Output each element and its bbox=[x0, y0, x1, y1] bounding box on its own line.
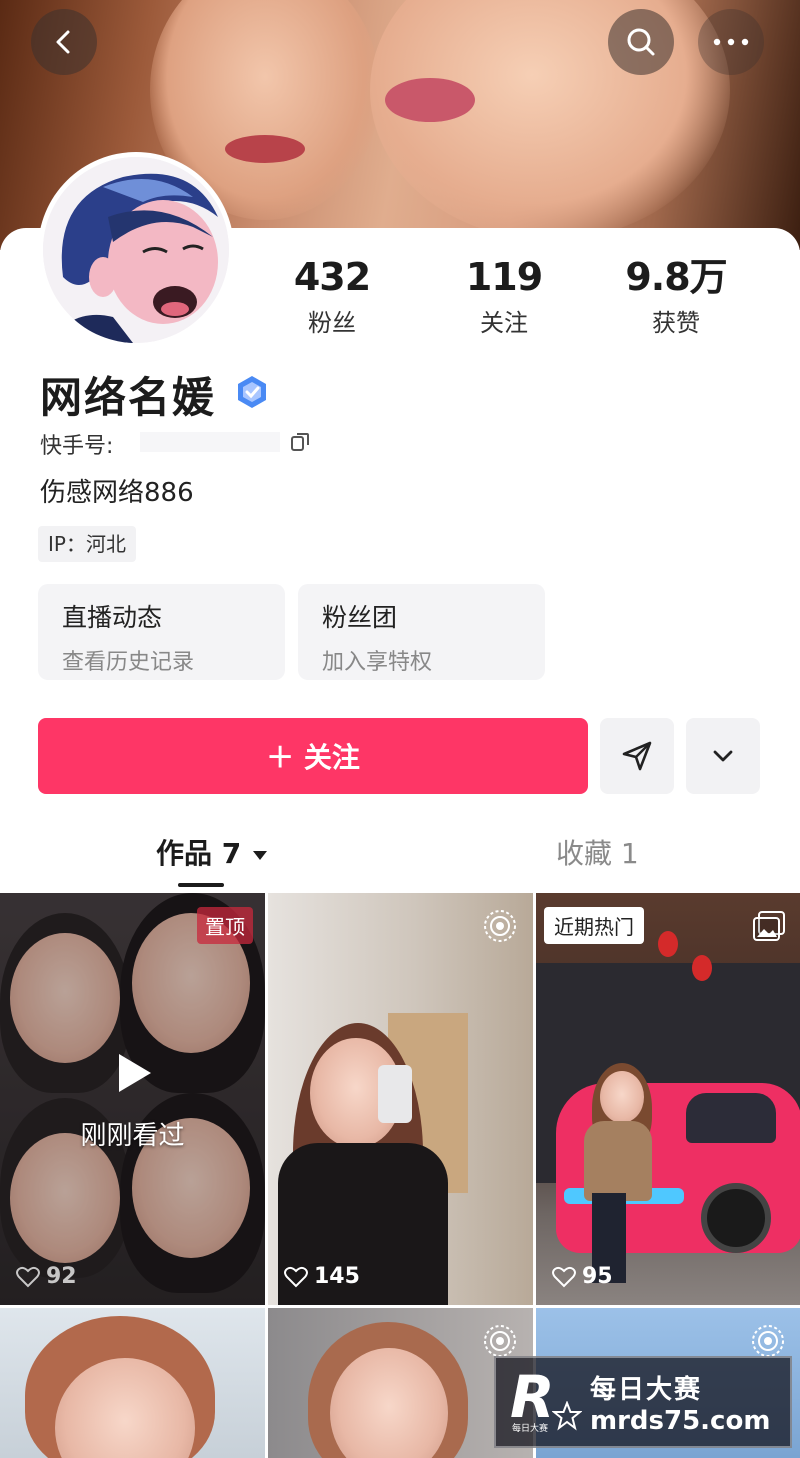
tab-favorites[interactable]: 收藏 1 bbox=[556, 832, 639, 872]
stats-row: 432 粉丝 119 关注 9.8万 获赞 bbox=[246, 255, 800, 340]
active-tab-indicator bbox=[178, 883, 224, 887]
stat-label: 获赞 bbox=[652, 309, 700, 337]
avatar-illustration bbox=[43, 157, 229, 343]
video-tile[interactable]: 145 bbox=[268, 893, 533, 1305]
chevron-left-icon bbox=[56, 30, 70, 54]
more-button[interactable] bbox=[698, 9, 764, 75]
gallery-icon bbox=[753, 911, 785, 941]
stat-label: 关注 bbox=[480, 309, 528, 337]
heart-icon bbox=[16, 1266, 40, 1287]
pinned-badge: 置顶 bbox=[197, 907, 253, 944]
like-count: 92 bbox=[16, 1264, 77, 1289]
stat-value: 119 bbox=[465, 255, 543, 299]
heart-icon bbox=[284, 1266, 308, 1287]
stat-label: 粉丝 bbox=[308, 309, 356, 337]
trending-badge: 近期热门 bbox=[544, 907, 644, 944]
play-icon bbox=[119, 1054, 151, 1092]
fan-club-card[interactable]: 粉丝团 加入享特权 bbox=[298, 584, 545, 680]
kuaishou-id-label: 快手号: bbox=[40, 434, 114, 459]
verified-badge-icon bbox=[238, 376, 266, 408]
like-count-value: 95 bbox=[582, 1264, 613, 1289]
heart-icon bbox=[552, 1266, 576, 1287]
recently-viewed-label: 刚刚看过 bbox=[80, 1121, 185, 1151]
send-icon bbox=[622, 741, 652, 771]
video-tile[interactable]: 置顶 刚刚看过 92 bbox=[0, 893, 265, 1305]
video-tile[interactable] bbox=[0, 1308, 265, 1458]
like-count: 145 bbox=[284, 1264, 360, 1289]
tab-label: 收藏 1 bbox=[556, 837, 639, 870]
stat-following[interactable]: 119 关注 bbox=[418, 255, 590, 340]
card-subtitle: 查看历史记录 bbox=[62, 650, 195, 675]
back-button[interactable] bbox=[31, 9, 97, 75]
card-subtitle: 加入享特权 bbox=[322, 650, 433, 675]
like-count-value: 145 bbox=[314, 1264, 360, 1289]
live-photo-icon bbox=[484, 910, 516, 942]
star-icon bbox=[552, 1401, 582, 1431]
like-count: 95 bbox=[552, 1264, 613, 1289]
more-horizontal-icon bbox=[713, 38, 749, 46]
search-button[interactable] bbox=[608, 9, 674, 75]
stat-fans[interactable]: 432 粉丝 bbox=[246, 255, 418, 340]
live-photo-icon bbox=[484, 1325, 516, 1357]
copy-icon[interactable] bbox=[288, 430, 312, 454]
caret-down-icon bbox=[252, 851, 267, 860]
live-history-card[interactable]: 直播动态 查看历史记录 bbox=[38, 584, 285, 680]
search-icon bbox=[627, 28, 655, 56]
kuaishou-id-redacted bbox=[140, 432, 280, 452]
message-button[interactable] bbox=[600, 718, 674, 794]
stat-value: 432 bbox=[293, 255, 371, 299]
expand-button[interactable] bbox=[686, 718, 760, 794]
tab-works[interactable]: 作品 7 bbox=[156, 832, 269, 872]
tab-label: 作品 7 bbox=[156, 837, 242, 870]
like-count-value: 92 bbox=[46, 1264, 77, 1289]
card-title: 直播动态 bbox=[62, 603, 163, 632]
stat-likes[interactable]: 9.8万 获赞 bbox=[590, 255, 762, 340]
watermark-logo-sub: 每日大赛 bbox=[512, 1424, 549, 1434]
card-title: 粉丝团 bbox=[322, 603, 398, 632]
chevron-down-icon bbox=[713, 750, 733, 762]
stat-value: 9.8万 bbox=[625, 255, 727, 299]
ip-location-tag: IP：河北 bbox=[38, 526, 136, 562]
watermark-url: mrds75.com bbox=[590, 1405, 771, 1436]
watermark-logo: R 每日大赛 bbox=[510, 1367, 582, 1437]
watermark-title: 每日大赛 bbox=[590, 1374, 703, 1405]
profile-bio: 伤感网络886 bbox=[40, 478, 194, 508]
profile-name: 网络名媛 bbox=[40, 373, 217, 422]
avatar[interactable] bbox=[38, 152, 234, 348]
live-photo-icon bbox=[752, 1325, 784, 1357]
follow-button[interactable]: ＋ 关注 bbox=[38, 718, 588, 794]
watermark: R 每日大赛 每日大赛 mrds75.com bbox=[494, 1356, 792, 1448]
follow-label: ＋ 关注 bbox=[266, 741, 360, 774]
video-tile[interactable]: 近期热门 95 bbox=[536, 893, 800, 1305]
